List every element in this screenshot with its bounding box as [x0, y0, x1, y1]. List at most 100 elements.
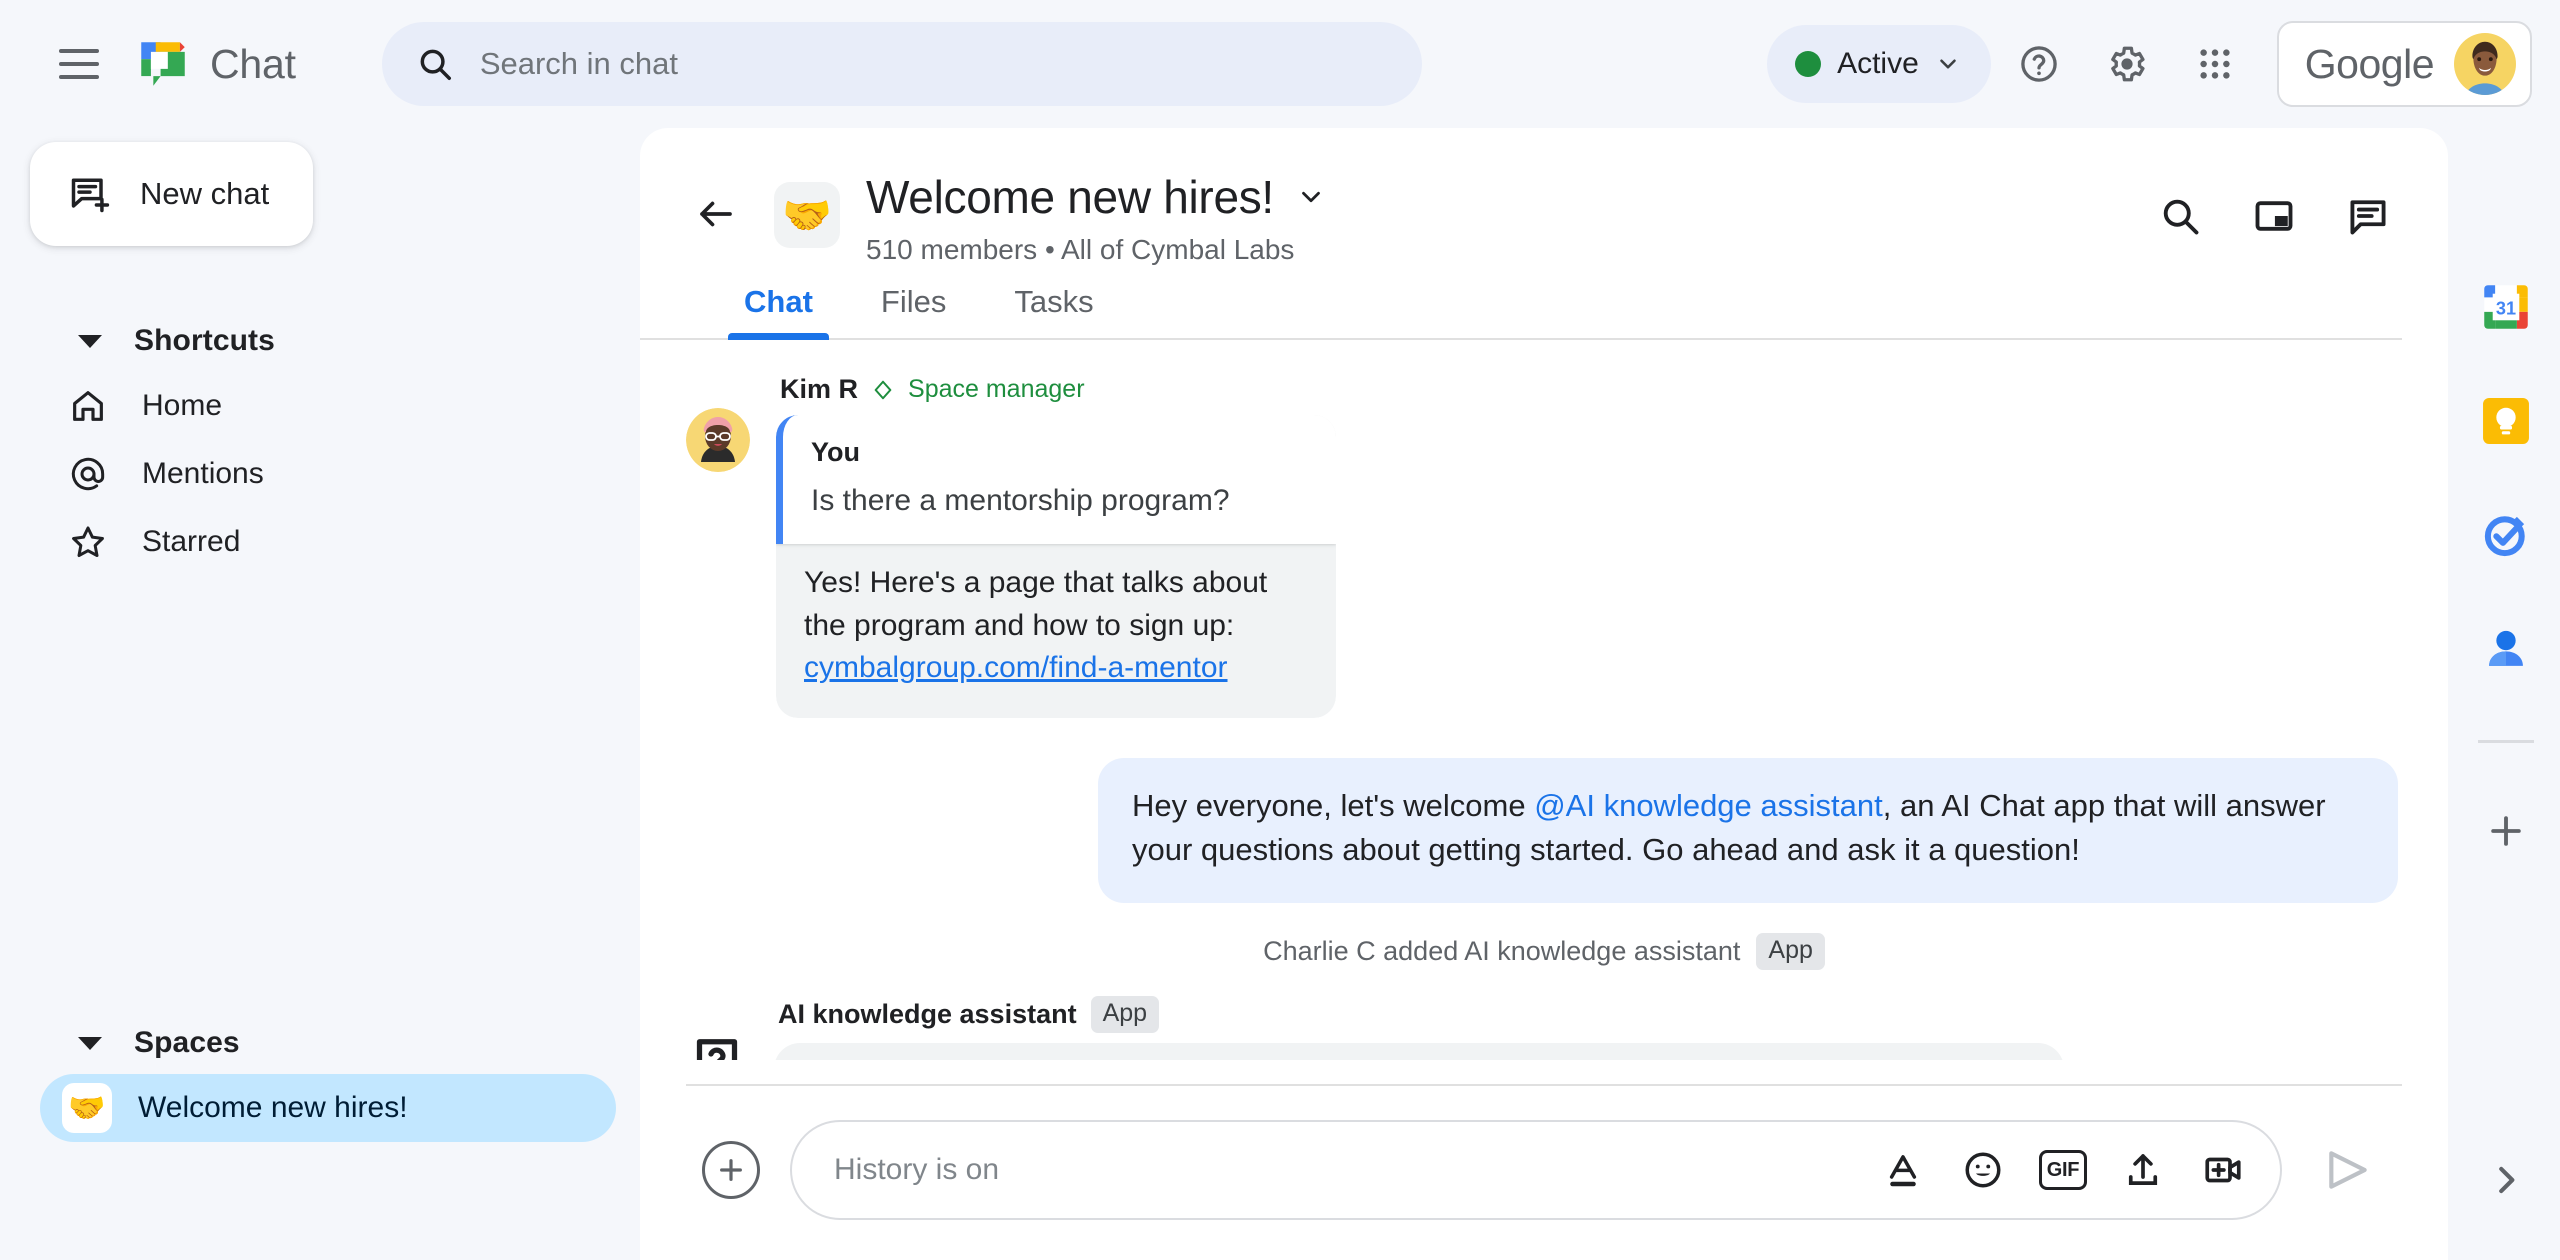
account-button[interactable]: Google — [2276, 21, 2532, 107]
message-bubble: Thank you for adding me to this space. I… — [774, 1043, 2064, 1060]
question-bubble-icon — [696, 1039, 738, 1060]
space-header: 🤝 Welcome new hires! 510 members • All o… — [640, 128, 2448, 266]
avatar — [2454, 33, 2516, 95]
google-contacts-icon — [2489, 630, 2523, 666]
add-app-button[interactable] — [2478, 803, 2534, 859]
sidebar-item-welcome-new-hires[interactable]: 🤝 Welcome new hires! — [40, 1074, 616, 1142]
left-navigation: New chat Shortcuts Home Mentions Starred… — [0, 128, 640, 1260]
apps-grid-icon — [2200, 49, 2230, 79]
message-body: Kim R Space manager You Is there a mento… — [776, 374, 1336, 718]
quote-author: You — [811, 437, 860, 467]
space-avatar-handshake-icon: 🤝 — [774, 182, 840, 248]
hamburger-menu-icon[interactable] — [48, 33, 110, 95]
back-button[interactable] — [680, 178, 752, 250]
composer-bar: History is on GIF — [686, 1084, 2402, 1260]
shortcuts-header[interactable]: Shortcuts — [0, 310, 640, 372]
expand-panel-button[interactable] — [2478, 1152, 2534, 1208]
google-calendar-button[interactable]: 31 — [2477, 278, 2535, 336]
tab-files[interactable]: Files — [847, 284, 980, 338]
video-add-icon — [2205, 1157, 2241, 1183]
gear-icon — [2110, 46, 2145, 82]
sidebar-item-label: Home — [142, 389, 223, 422]
back-arrow-icon — [700, 201, 732, 227]
caret-down-icon — [78, 1036, 102, 1050]
message-kim: Kim R Space manager You Is there a mento… — [686, 374, 2402, 718]
google-keep-button[interactable] — [2477, 392, 2535, 450]
upload-file-button[interactable] — [2118, 1145, 2168, 1195]
picture-in-picture-button[interactable] — [2234, 176, 2314, 256]
message-outgoing: Hey everyone, let's welcome @AI knowledg… — [686, 757, 2402, 904]
spaces-section: Spaces 🤝 Welcome new hires! — [0, 1012, 640, 1142]
settings-button[interactable] — [2087, 24, 2167, 104]
sender-line: Kim R Space manager — [780, 374, 1336, 405]
send-button[interactable] — [2312, 1134, 2384, 1206]
video-add-button[interactable] — [2198, 1145, 2248, 1195]
message-ai-assistant: AI knowledge assistant App Thank you for… — [686, 996, 2402, 1060]
upload-file-icon — [2128, 1154, 2158, 1185]
status-selector[interactable]: Active — [1767, 25, 1991, 103]
google-tasks-button[interactable] — [2477, 506, 2535, 564]
chevron-down-icon — [1939, 59, 1956, 69]
text-format-icon — [1889, 1155, 1917, 1187]
chevron-right-icon — [2499, 1166, 2515, 1194]
gif-button[interactable]: GIF — [2038, 1145, 2088, 1195]
search-input[interactable]: Search in chat — [381, 22, 1422, 106]
quoted-message[interactable]: You Is there a mentorship program? — [776, 415, 1336, 544]
sidebar-item-mentions[interactable]: Mentions — [0, 440, 640, 508]
space-meta: Welcome new hires! 510 members • All of … — [866, 164, 1326, 266]
message-text-before: Hey everyone, let's welcome — [1132, 787, 1535, 823]
message-input[interactable]: History is on GIF — [790, 1120, 2282, 1220]
spaces-header[interactable]: Spaces — [0, 1012, 640, 1074]
apps-button[interactable] — [2175, 24, 2255, 104]
google-chat-window: Chat Search in chat Active Google New ch… — [0, 0, 2560, 1260]
open-thread-panel-button[interactable] — [2328, 176, 2408, 256]
google-keep-icon — [2483, 398, 2529, 444]
search-icon — [420, 49, 451, 80]
home-icon — [73, 391, 103, 421]
google-wordmark: Google — [2304, 40, 2435, 87]
plus-icon — [2491, 816, 2521, 846]
emoji-button[interactable] — [1958, 1145, 2008, 1195]
sender-line: AI knowledge assistant App — [778, 996, 2064, 1034]
sidebar-item-label: Welcome new hires! — [138, 1091, 408, 1124]
new-chat-button[interactable]: New chat — [30, 142, 314, 246]
avatar — [686, 408, 750, 472]
new-chat-icon — [71, 178, 110, 213]
add-attachment-button[interactable] — [702, 1141, 760, 1199]
help-button[interactable] — [1999, 24, 2079, 104]
text-format-button[interactable] — [1878, 1145, 1928, 1195]
app-badge: App — [1756, 933, 1825, 971]
caret-down-icon — [78, 334, 102, 348]
message-bubble: Hey everyone, let's welcome @AI knowledg… — [1098, 757, 2398, 904]
composer-placeholder: History is on — [834, 1153, 1000, 1186]
chat-thread-icon — [2350, 200, 2386, 235]
space-title-dropdown[interactable]: Welcome new hires! — [866, 170, 1326, 224]
app-title: Chat — [210, 40, 296, 87]
search-placeholder: Search in chat — [479, 46, 678, 81]
tab-chat[interactable]: Chat — [710, 284, 847, 340]
search-icon — [2163, 199, 2199, 235]
emoji-icon — [1965, 1152, 2001, 1188]
mentorship-link[interactable]: cymbalgroup.com/find-a-mentor — [804, 651, 1228, 684]
main-panel: 🤝 Welcome new hires! 510 members • All o… — [640, 128, 2448, 1260]
google-contacts-button[interactable] — [2477, 620, 2535, 678]
space-header-actions — [2140, 176, 2408, 256]
spaces-title: Spaces — [134, 1026, 240, 1059]
message-bubble: Yes! Here's a page that talks about the … — [776, 538, 1336, 718]
diamond-icon — [874, 380, 892, 399]
search-in-space-button[interactable] — [2140, 176, 2220, 256]
user-avatar-icon — [2454, 33, 2516, 95]
sender-name: Kim R — [780, 374, 859, 404]
side-panel-rail: 31 — [2452, 128, 2560, 1260]
tab-tasks[interactable]: Tasks — [980, 284, 1127, 338]
rail-divider — [2478, 740, 2534, 743]
sidebar-item-home[interactable]: Home — [0, 372, 640, 440]
sidebar-item-starred[interactable]: Starred — [0, 508, 640, 576]
kim-avatar-icon — [686, 408, 750, 472]
mention-ai-knowledge-assistant[interactable]: @AI knowledge assistant — [1534, 788, 1883, 823]
shortcuts-title: Shortcuts — [134, 324, 275, 357]
page-title: Welcome new hires! — [866, 171, 1274, 223]
help-circle-icon — [2021, 46, 2057, 82]
picture-in-picture-icon — [2255, 201, 2293, 231]
shortcuts-section: Shortcuts Home Mentions Starred — [0, 310, 640, 576]
